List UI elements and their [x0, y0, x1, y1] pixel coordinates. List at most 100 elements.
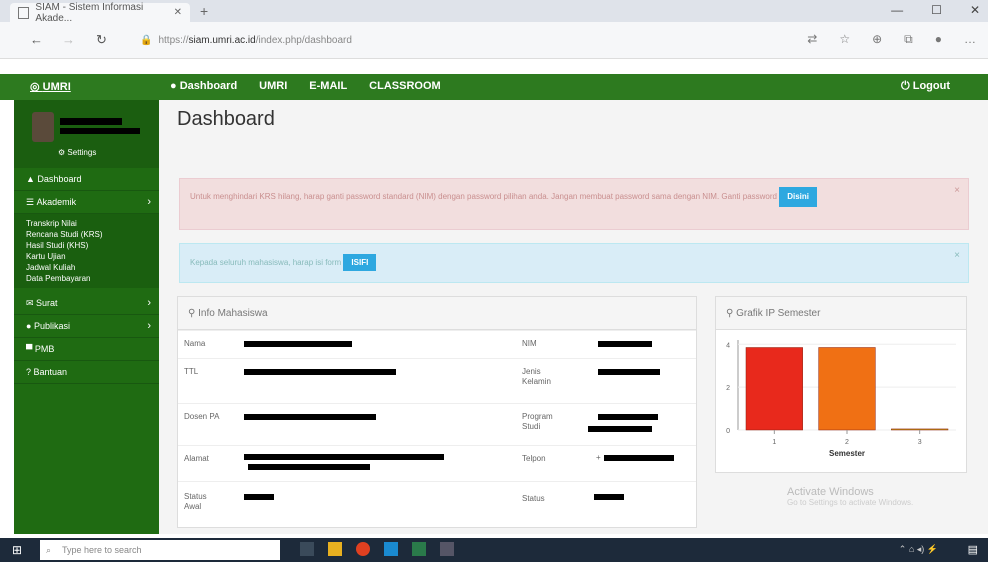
app-icon[interactable]: [440, 542, 454, 556]
redacted-value: [588, 426, 652, 432]
file-explorer-icon[interactable]: [328, 542, 342, 556]
bar-semester-2: [818, 347, 876, 431]
submenu-khs[interactable]: Hasil Studi (KHS): [26, 240, 159, 251]
redacted-value: [244, 494, 274, 500]
info-row: Dosen PA Program Studi: [178, 403, 696, 446]
chevron-right-icon: ›: [147, 320, 151, 332]
info-row: Alamat Telpon +: [178, 445, 696, 482]
info-row: TTL Jenis Kelamin: [178, 358, 696, 404]
maximize-icon[interactable]: ☐: [931, 3, 942, 17]
submenu-transkrip[interactable]: Transkrip Nilai: [26, 218, 159, 229]
more-icon[interactable]: …: [964, 32, 976, 47]
topnav-items: ● Dashboard UMRI E-MAIL CLASSROOM: [170, 80, 441, 92]
logout-button[interactable]: ⏻ Logout: [901, 80, 950, 93]
form-button[interactable]: ISIFI: [343, 254, 377, 271]
password-alert-message: Untuk menghindari KRS hilang, harap gant…: [190, 192, 777, 201]
label-nim: NIM: [522, 339, 537, 348]
sidebar-item-dashboard[interactable]: ▲ Dashboard: [14, 168, 159, 191]
site-topnav: ◎ UMRI ● Dashboard UMRI E-MAIL CLASSROOM…: [0, 74, 988, 100]
redacted-value: [248, 464, 370, 470]
info-row: Status Awal Status: [178, 481, 696, 526]
settings-label: Settings: [67, 148, 97, 157]
brand-logo[interactable]: ◎ UMRI: [30, 80, 71, 93]
collections-icon[interactable]: ⊕: [872, 32, 882, 47]
chrome-icon[interactable]: [356, 542, 370, 556]
settings-link[interactable]: ⚙ Settings: [58, 148, 96, 157]
close-window-icon[interactable]: ✕: [970, 3, 980, 17]
topnav-umri[interactable]: UMRI: [259, 80, 287, 92]
profile-icon[interactable]: ●: [935, 32, 942, 47]
submenu-krs[interactable]: Rencana Studi (KRS): [26, 229, 159, 240]
password-alert: Untuk menghindari KRS hilang, harap gant…: [179, 178, 969, 230]
sidebar-item-bantuan[interactable]: ? Bantuan: [14, 361, 159, 384]
sidebar-item-akademik[interactable]: ☰ Akademik ›: [14, 191, 159, 214]
app-icon[interactable]: [412, 542, 426, 556]
redacted-nim: [60, 128, 140, 134]
edge-icon[interactable]: [384, 542, 398, 556]
new-tab-icon[interactable]: +: [200, 3, 208, 19]
label-nama: Nama: [184, 339, 206, 348]
taskbar-search-placeholder: Type here to search: [62, 545, 142, 555]
redacted-value: [244, 369, 396, 375]
notifications-icon[interactable]: ▤: [968, 543, 978, 556]
windows-taskbar: ⊞ ⌕ Type here to search ⌃ ⌂ ◂) ⚡ ▤: [0, 538, 988, 562]
page-title: Dashboard: [177, 108, 275, 130]
bar-semester-1: [745, 347, 803, 431]
browser-tab[interactable]: SIAM - Sistem Informasi Akade... ✕: [10, 2, 190, 24]
sidebar-item-publikasi[interactable]: ● Publikasi ›: [14, 315, 159, 338]
mail-icon: ✉: [26, 297, 37, 308]
password-disini-button[interactable]: Disini: [779, 187, 818, 207]
info-row: Nama NIM: [178, 330, 696, 359]
url-field[interactable]: 🔒 https:// siam.umri.ac.id /index.php/da…: [140, 30, 780, 50]
pin-icon: ⚲: [188, 307, 199, 319]
label-status: Status: [522, 494, 545, 503]
forward-icon: →: [62, 32, 75, 47]
list-icon: ☰: [26, 196, 37, 207]
sidebar-item-surat[interactable]: ✉ Surat ›: [14, 292, 159, 315]
info-alert-text: Kepada seluruh mahasiswa, harap isi form…: [190, 254, 377, 271]
windows-start-icon[interactable]: ⊞: [12, 543, 22, 557]
sidebar-akademik-label: Akademik: [36, 197, 77, 207]
favorite-icon[interactable]: ☆: [839, 32, 850, 47]
label-alamat: Alamat: [184, 454, 209, 463]
address-bar: ← → ↻ 🔒 https:// siam.umri.ac.id /index.…: [0, 22, 988, 59]
topnav-classroom[interactable]: CLASSROOM: [369, 80, 441, 92]
info-alert-message: Kepada seluruh mahasiswa, harap isi form: [190, 258, 342, 267]
taskbar-apps: [300, 542, 454, 556]
topnav-email[interactable]: E-MAIL: [309, 80, 347, 92]
redacted-value: [598, 369, 660, 375]
password-alert-text: Untuk menghindari KRS hilang, harap gant…: [190, 187, 930, 207]
sidebar: ⚙ Settings ▲ Dashboard ☰ Akademik › Tran…: [14, 100, 159, 534]
task-view-icon[interactable]: [300, 542, 314, 556]
tab-close-icon[interactable]: ✕: [174, 7, 182, 18]
brand-text: UMRI: [42, 81, 71, 93]
submenu-kartu-ujian[interactable]: Kartu Ujian: [26, 251, 159, 262]
page-favicon-icon: [18, 6, 30, 19]
back-icon[interactable]: ←: [30, 32, 43, 47]
pin-icon: ⚲: [726, 307, 737, 319]
redacted-value: [244, 341, 352, 347]
watermark-subtitle: Go to Settings to activate Windows.: [787, 498, 914, 507]
grafik-ip-panel: ⚲ Grafik IP Semester 0 2 4 1 2 3 Semester: [715, 296, 967, 473]
search-icon: ⌕: [46, 544, 52, 555]
info-mahasiswa-title: Info Mahasiswa: [198, 307, 268, 319]
profile-panel: ⚙ Settings: [14, 100, 159, 168]
activate-windows-watermark: Activate Windows Go to Settings to activ…: [787, 486, 913, 507]
close-icon[interactable]: ×: [954, 185, 960, 196]
info-alert: Kepada seluruh mahasiswa, harap isi form…: [179, 243, 969, 283]
submenu-pembayaran[interactable]: Data Pembayaran: [26, 273, 159, 284]
minimize-icon[interactable]: —: [891, 3, 903, 17]
redacted-value: [598, 414, 658, 420]
taskbar-search[interactable]: ⌕ Type here to search: [40, 540, 280, 560]
reader-icon[interactable]: ⇄: [807, 32, 817, 47]
sidebar-item-pmb[interactable]: ▀ PMB: [14, 338, 159, 361]
submenu-jadwal[interactable]: Jadwal Kuliah: [26, 262, 159, 273]
chevron-right-icon: ›: [147, 196, 151, 208]
ip-semester-chart: 0 2 4 1 2 3 Semester: [726, 340, 956, 458]
topnav-dashboard-label: Dashboard: [179, 80, 238, 92]
topnav-dashboard[interactable]: ● Dashboard: [170, 80, 237, 92]
sidebar-surat-label: Surat: [36, 298, 58, 308]
close-icon[interactable]: ×: [954, 250, 960, 261]
refresh-icon[interactable]: ↻: [96, 32, 107, 48]
extensions-icon[interactable]: ⧉: [904, 32, 913, 47]
